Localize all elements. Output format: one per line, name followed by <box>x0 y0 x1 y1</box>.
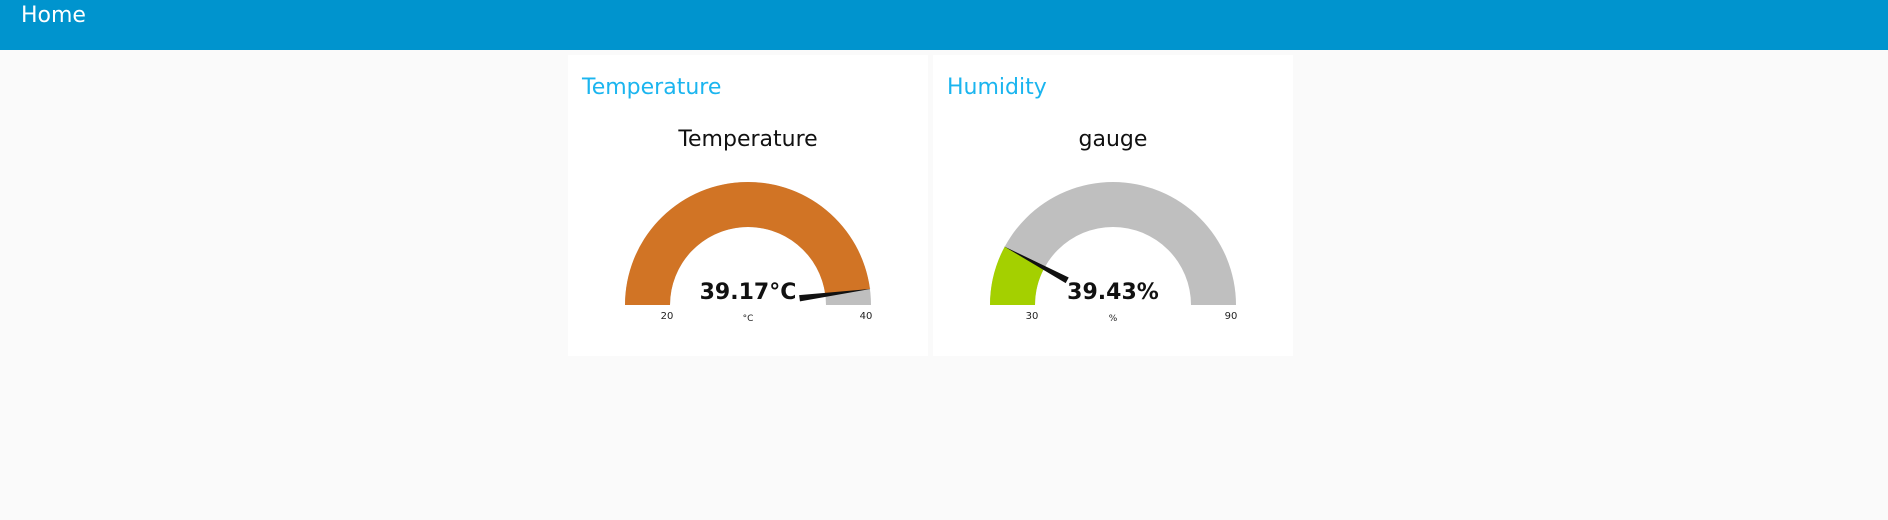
gauge-max-humidity: 90 <box>1224 311 1238 322</box>
gauge-min-humidity: 30 <box>1025 311 1039 322</box>
gauge-max-temperature: 40 <box>859 311 873 322</box>
humidity-card: Humidity gauge 39.43% % 30 90 <box>933 55 1293 356</box>
page-title: Home <box>21 3 86 28</box>
top-bar: Home <box>0 0 1888 50</box>
gauge-min-temperature: 20 <box>660 311 674 322</box>
temperature-card: Temperature Temperature 39.17°C °C 20 40 <box>568 55 928 356</box>
gauge-value-temperature: 39.17°C <box>699 280 797 305</box>
gauge-value-humidity: 39.43% <box>1067 280 1159 305</box>
